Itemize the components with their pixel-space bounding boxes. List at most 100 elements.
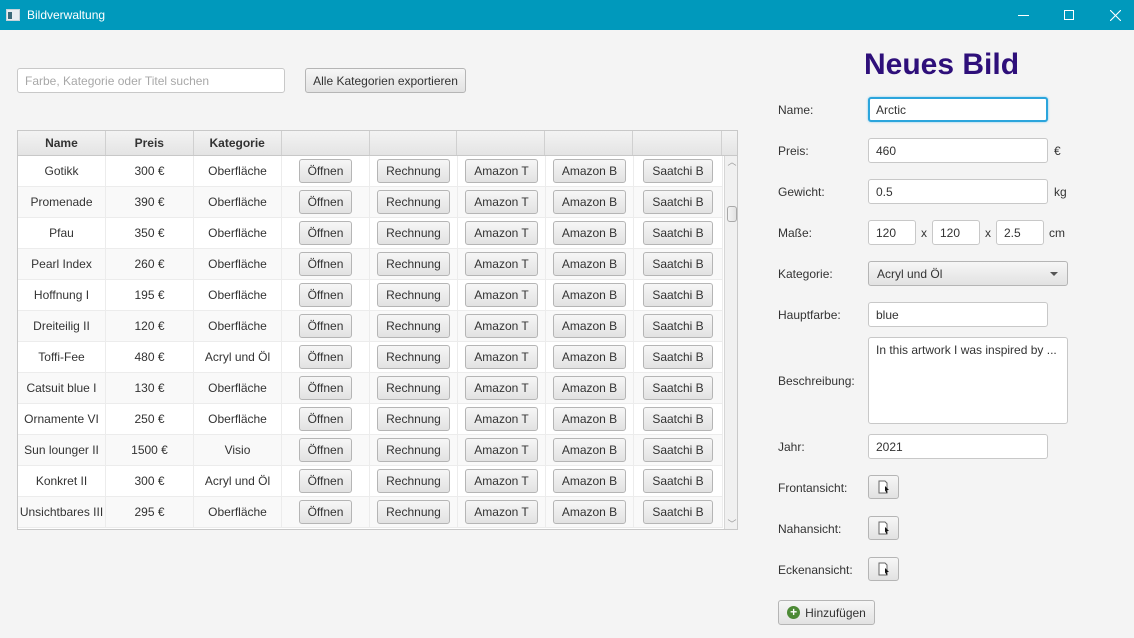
invoice-button[interactable]: Rechnung: [377, 314, 450, 338]
weight-input[interactable]: [868, 179, 1048, 204]
amazon-b-button[interactable]: Amazon B: [552, 438, 627, 462]
amazon-t-button[interactable]: Amazon T: [465, 159, 538, 183]
saatchi-b-button[interactable]: Saatchi B: [643, 469, 713, 493]
table-row[interactable]: Ornamente VI 250 € Oberfläche Öffnen Rechnun…: [18, 404, 723, 435]
amazon-t-button[interactable]: Amazon T: [465, 469, 538, 493]
invoice-button[interactable]: Rechnung: [377, 438, 450, 462]
front-view-file-button[interactable]: [868, 475, 899, 499]
open-button[interactable]: Öffnen: [298, 314, 353, 338]
amazon-b-button[interactable]: Amazon B: [552, 407, 627, 431]
amazon-b-button[interactable]: Amazon B: [552, 345, 627, 369]
column-header-saatchi-b[interactable]: [633, 131, 722, 155]
table-row[interactable]: Catsuit blue I 130 € Oberfläche Öffnen Rechn…: [18, 373, 723, 404]
table-row[interactable]: Konkret II 300 € Acryl und Öl Öffnen Rechnun…: [18, 466, 723, 497]
table-row[interactable]: Pearl Index 260 € Oberfläche Öffnen Rechnung…: [18, 249, 723, 280]
amazon-t-button[interactable]: Amazon T: [465, 376, 538, 400]
amazon-b-button[interactable]: Amazon B: [552, 252, 627, 276]
open-button[interactable]: Öffnen: [298, 438, 353, 462]
amazon-b-button[interactable]: Amazon B: [552, 221, 627, 245]
saatchi-b-button[interactable]: Saatchi B: [643, 376, 713, 400]
amazon-b-button[interactable]: Amazon B: [552, 314, 627, 338]
saatchi-b-button[interactable]: Saatchi B: [643, 438, 713, 462]
close-button[interactable]: [1092, 0, 1134, 30]
table-row[interactable]: Hoffnung I 195 € Oberfläche Öffnen Rechnung A…: [18, 280, 723, 311]
invoice-button[interactable]: Rechnung: [377, 252, 450, 276]
amazon-b-button[interactable]: Amazon B: [552, 283, 627, 307]
invoice-button[interactable]: Rechnung: [377, 469, 450, 493]
amazon-t-button[interactable]: Amazon T: [465, 252, 538, 276]
main-color-input[interactable]: [868, 302, 1048, 327]
column-header-price[interactable]: Preis: [106, 131, 194, 155]
amazon-b-button[interactable]: Amazon B: [552, 469, 627, 493]
invoice-button[interactable]: Rechnung: [377, 283, 450, 307]
invoice-button[interactable]: Rechnung: [377, 221, 450, 245]
invoice-button[interactable]: Rechnung: [377, 376, 450, 400]
column-header-amazon-b[interactable]: [545, 131, 634, 155]
open-button[interactable]: Öffnen: [298, 407, 353, 431]
saatchi-b-button[interactable]: Saatchi B: [643, 407, 713, 431]
table-row[interactable]: Toffi-Fee 480 € Acryl und Öl Öffnen Rechnung…: [18, 342, 723, 373]
width-input[interactable]: [868, 220, 916, 245]
table-scrollbar[interactable]: ︿ ﹀: [724, 156, 737, 529]
price-input[interactable]: [868, 138, 1048, 163]
open-button[interactable]: Öffnen: [298, 159, 353, 183]
table-row[interactable]: Pfau 350 € Oberfläche Öffnen Rechnung Amazon …: [18, 218, 723, 249]
scroll-up-icon[interactable]: ︿: [727, 158, 737, 167]
open-button[interactable]: Öffnen: [298, 283, 353, 307]
open-button[interactable]: Öffnen: [298, 252, 353, 276]
saatchi-b-button[interactable]: Saatchi B: [643, 314, 713, 338]
corner-view-file-button[interactable]: [868, 557, 899, 581]
maximize-button[interactable]: [1046, 0, 1092, 30]
amazon-t-button[interactable]: Amazon T: [465, 283, 538, 307]
description-textarea[interactable]: In this artwork I was inspired by ...: [868, 337, 1068, 424]
saatchi-b-button[interactable]: Saatchi B: [643, 500, 713, 524]
open-button[interactable]: Öffnen: [298, 221, 353, 245]
open-button[interactable]: Öffnen: [298, 500, 353, 524]
invoice-button[interactable]: Rechnung: [377, 407, 450, 431]
column-header-amazon-t[interactable]: [457, 131, 546, 155]
amazon-t-button[interactable]: Amazon T: [465, 190, 538, 214]
open-button[interactable]: Öffnen: [298, 376, 353, 400]
saatchi-b-button[interactable]: Saatchi B: [643, 345, 713, 369]
minimize-button[interactable]: [1000, 0, 1046, 30]
invoice-button[interactable]: Rechnung: [377, 345, 450, 369]
name-input[interactable]: [868, 97, 1048, 122]
amazon-b-button[interactable]: Amazon B: [552, 159, 627, 183]
amazon-t-button[interactable]: Amazon T: [465, 407, 538, 431]
column-header-invoice[interactable]: [370, 131, 458, 155]
saatchi-b-button[interactable]: Saatchi B: [643, 252, 713, 276]
saatchi-b-button[interactable]: Saatchi B: [643, 221, 713, 245]
table-row[interactable]: Dreiteilig II 120 € Oberfläche Öffnen Rechnu…: [18, 311, 723, 342]
table-row[interactable]: Gotikk 300 € Oberfläche Öffnen Rechnung Amazo…: [18, 156, 723, 187]
amazon-t-button[interactable]: Amazon T: [465, 438, 538, 462]
saatchi-b-button[interactable]: Saatchi B: [643, 159, 713, 183]
amazon-t-button[interactable]: Amazon T: [465, 314, 538, 338]
amazon-t-button[interactable]: Amazon T: [465, 221, 538, 245]
open-button[interactable]: Öffnen: [298, 469, 353, 493]
amazon-t-button[interactable]: Amazon T: [465, 345, 538, 369]
amazon-b-button[interactable]: Amazon B: [552, 500, 627, 524]
year-input[interactable]: [868, 434, 1048, 459]
scroll-down-icon[interactable]: ﹀: [727, 520, 737, 529]
height-input[interactable]: [932, 220, 980, 245]
amazon-b-button[interactable]: Amazon B: [552, 190, 627, 214]
table-row[interactable]: Promenade 390 € Oberfläche Öffnen Rechnung Am…: [18, 187, 723, 218]
open-button[interactable]: Öffnen: [298, 345, 353, 369]
scroll-thumb[interactable]: [727, 206, 737, 222]
invoice-button[interactable]: Rechnung: [377, 159, 450, 183]
export-all-categories-button[interactable]: Alle Kategorien exportieren: [305, 68, 466, 93]
column-header-open[interactable]: [282, 131, 370, 155]
add-button[interactable]: + Hinzufügen: [778, 600, 875, 625]
saatchi-b-button[interactable]: Saatchi B: [643, 190, 713, 214]
category-select[interactable]: Acryl und Öl: [868, 261, 1068, 286]
table-row[interactable]: Unsichtbares III 295 € Oberfläche Öffnen Rec…: [18, 497, 723, 528]
amazon-t-button[interactable]: Amazon T: [465, 500, 538, 524]
table-row[interactable]: Sun lounger II 1500 € Visio Öffnen Rechnung A…: [18, 435, 723, 466]
saatchi-b-button[interactable]: Saatchi B: [643, 283, 713, 307]
depth-input[interactable]: [996, 220, 1044, 245]
search-input[interactable]: [17, 68, 285, 93]
invoice-button[interactable]: Rechnung: [377, 500, 450, 524]
close-view-file-button[interactable]: [868, 516, 899, 540]
open-button[interactable]: Öffnen: [298, 190, 353, 214]
amazon-b-button[interactable]: Amazon B: [552, 376, 627, 400]
